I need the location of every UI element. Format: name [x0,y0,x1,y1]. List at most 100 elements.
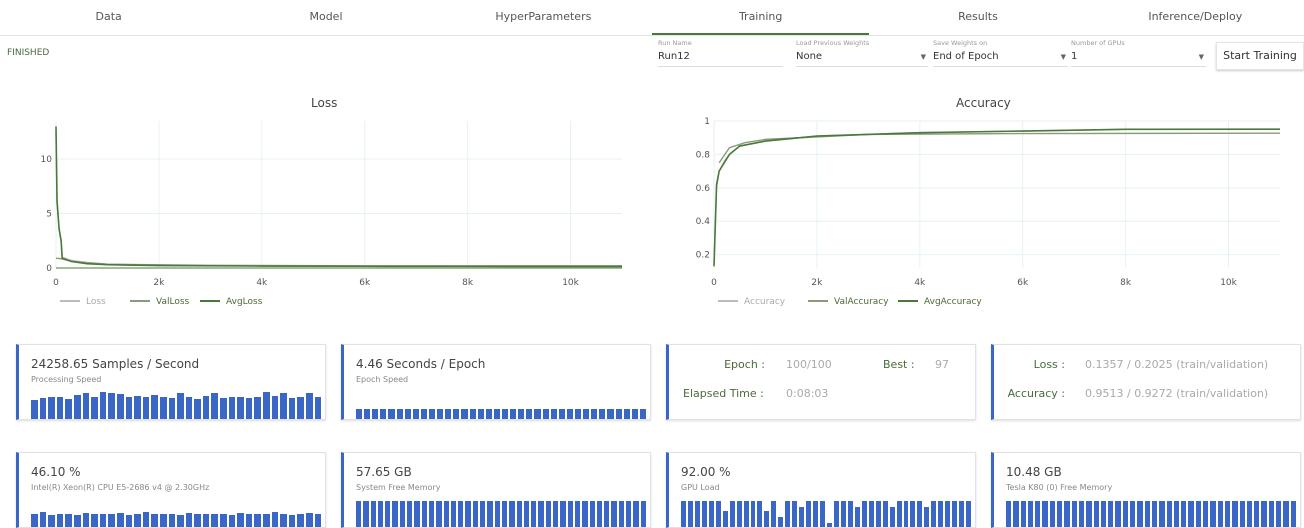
sparkline-bar [1042,501,1048,527]
y-tick-label: 0.6 [696,184,711,194]
sparkline-bar [73,515,81,527]
legend-label: Accuracy [744,297,786,307]
tab-inference-deploy[interactable]: Inference/Deploy [1087,0,1304,35]
sparkline-bar [469,409,476,419]
sparkline-bar [1166,501,1172,527]
sparkline-bar [882,501,888,527]
sparkline-bar [388,409,395,419]
save-weights-select[interactable]: Save Weights on End of Epoch ▼ [933,39,1068,67]
sparkline-bar [1020,501,1026,527]
x-tick-label: 2k [811,278,823,288]
sparkline-bar [722,510,728,527]
sparkline-bar [840,501,846,527]
sparkline-bar [91,396,98,419]
sparkline-bar [125,396,133,419]
sparkline-bar [1013,501,1019,527]
sparkline-bar [534,409,541,419]
sparkline-bar [910,501,916,527]
sparkline-bar [99,391,107,419]
load-weights-value: None [796,51,823,62]
sparkline-bar [625,501,632,527]
x-tick-label: 0 [53,278,59,288]
sparkline-bar [1290,501,1296,527]
sparkline-bar [820,501,826,527]
tab-training[interactable]: Training [651,0,870,35]
accuracy-value: 0.9513 / 0.9272 (train/validation) [1085,387,1269,400]
cpu-card: 46.10 % Intel(R) Xeon(R) CPU E5-2686 v4 … [16,452,326,528]
elapsed-time-value: 0:08:03 [786,387,829,400]
sparkline-bar [377,501,384,527]
sparkline-bar [407,501,413,527]
sparkline-bar [560,501,566,527]
sparkline-bar [372,409,379,419]
sparkline-bar [1261,501,1267,527]
accuracy-chart-title: Accuracy [956,96,1011,110]
sparkline-bar [501,409,509,419]
training-status: FINISHED [7,48,50,58]
chevron-down-icon: ▼ [920,53,926,61]
sparkline-bar [799,507,805,527]
sparkline-bar [421,501,427,527]
sparkline-bar [903,501,909,527]
sparkline-bar [396,409,403,419]
epoch-value: 100/100 [786,358,832,371]
sparkline-bar [428,501,435,527]
sparkline-bar [211,393,219,419]
sparkline-bar [458,501,464,527]
sparkline-bar [48,396,55,419]
sparkline-bar [516,501,522,527]
sparkline-bar [245,397,253,419]
sparkline-bar [220,398,227,419]
sparkline-bar [445,409,452,419]
elapsed-time-label: Elapsed Time : [683,387,764,400]
sparkline-bar [487,501,493,527]
sparkline-bar [694,501,700,527]
run-name-value: Run12 [658,51,690,62]
start-training-button[interactable]: Start Training [1216,42,1304,70]
sparkline-bar [757,501,763,527]
sparkline-bar [1195,501,1202,527]
tab-data[interactable]: Data [0,0,217,35]
gpu-load-sparkline [681,501,972,527]
processing-speed-value: 24258.65 Samples / Second [31,357,200,371]
sparkline-bar [142,397,150,419]
y-tick-label: 10 [41,155,53,165]
sparkline-bar [736,501,742,527]
sparkline-bar [583,409,590,419]
tab-results[interactable]: Results [869,0,1086,35]
sparkline-bar [1071,501,1077,527]
sparkline-bar [604,501,610,527]
sparkline-bar [56,397,64,419]
sparkline-bar [1224,501,1231,527]
sparkline-bar [959,501,965,527]
gpus-label: Number of GPUs [1071,39,1125,47]
run-name-input[interactable]: Run Name Run12 [658,39,783,67]
sparkline-bar [966,501,972,527]
sparkline-bar [813,501,819,527]
tab-hyperparameters[interactable]: HyperParameters [435,0,652,35]
x-tick-label: 10k [1220,278,1237,288]
best-label: Best : [883,358,915,371]
sparkline-bar [1093,501,1099,527]
sparkline-bar [485,409,492,419]
y-tick-label: 0.2 [696,251,710,261]
sparkline-bar [861,501,867,527]
sparkline-bar [582,501,588,527]
tab-model[interactable]: Model [217,0,434,35]
sparkline-bar [1100,501,1107,527]
sparkline-bar [1122,501,1129,527]
sparkline-bar [420,409,427,419]
sparkline-bar [228,396,236,419]
sparkline-bar [177,393,184,419]
gpus-select[interactable]: Number of GPUs 1 ▼ [1071,39,1206,67]
cpu-name-label: Intel(R) Xeon(R) CPU E5-2686 v4 @ 2.30GH… [31,483,210,492]
sparkline-bar [938,501,944,527]
y-tick-label: 0.8 [696,150,711,160]
sparkline-bar [228,515,236,527]
gpu-memory-label: Tesla K80 (0) Free Memory [1006,483,1113,492]
legend-label: Loss [86,297,106,307]
best-value: 97 [935,358,949,371]
sparkline-bar [1159,501,1165,527]
load-weights-select[interactable]: Load Previous Weights None ▼ [796,39,928,67]
sparkline-bar [924,507,930,527]
